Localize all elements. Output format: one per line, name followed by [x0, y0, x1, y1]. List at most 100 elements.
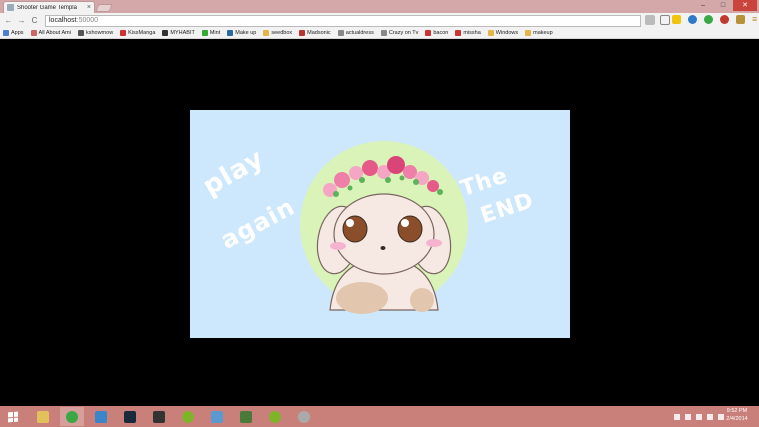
page-icon: [120, 30, 127, 36]
translate-icon[interactable]: [645, 15, 655, 25]
taskbar-chrome[interactable]: [60, 407, 84, 426]
taskbar-clock[interactable]: 9:52 PM 2/4/2014: [718, 407, 756, 423]
bookmark-item[interactable]: makeup: [525, 30, 553, 36]
bookmark-star-icon[interactable]: [660, 15, 670, 25]
bookmark-item[interactable]: Apps: [3, 30, 24, 36]
bookmark-label: KissManga: [128, 30, 156, 36]
bookmark-item[interactable]: Madsonic: [299, 30, 331, 36]
bookmark-label: missha: [463, 30, 481, 36]
tray-flag-icon[interactable]: [685, 413, 691, 420]
taskbar-app-network[interactable]: [205, 407, 229, 426]
reload-button[interactable]: C: [29, 15, 40, 26]
window-title-bar: Shooter Game Templa × – □ ✕: [0, 0, 759, 13]
folder-icon: [37, 410, 49, 423]
bookmark-label: Windows: [495, 30, 519, 36]
bookmark-item[interactable]: bacon: [425, 30, 448, 36]
bunny-nose: [380, 246, 386, 250]
bookmark-item[interactable]: KissManga: [120, 30, 155, 36]
right-eye-shine: [401, 219, 409, 227]
extension-note-icon[interactable]: [672, 15, 681, 24]
game-canvas[interactable]: play again The END: [190, 110, 570, 338]
page-icon: [162, 30, 169, 36]
extension-green-icon[interactable]: [704, 15, 713, 24]
browser-tab[interactable]: Shooter Game Templa ×: [3, 1, 95, 13]
bookmark-item[interactable]: kshowmow: [77, 30, 114, 36]
minimize-button[interactable]: –: [693, 0, 713, 11]
taskbar-steam[interactable]: [147, 407, 171, 426]
apps-grid-icon: [3, 30, 9, 36]
page-icon: [337, 30, 344, 36]
bookmark-label: Crazy on Tv: [388, 30, 419, 36]
folder-icon: [525, 30, 532, 36]
page-icon: [425, 30, 432, 36]
taskbar-spotify[interactable]: [176, 407, 200, 426]
league-icon: [124, 410, 136, 423]
left-eye-shine: [346, 219, 354, 227]
tab-close-icon[interactable]: ×: [87, 4, 91, 11]
network-icon: [211, 410, 223, 423]
leaf-icon: [201, 30, 208, 36]
extension-blue-icon[interactable]: [688, 15, 697, 24]
close-window-button[interactable]: ✕: [733, 0, 757, 11]
right-eye: [397, 215, 423, 243]
bookmark-item[interactable]: seedbox: [263, 30, 292, 36]
url-host: localhost: [49, 17, 77, 24]
adblock-icon[interactable]: [720, 15, 729, 24]
windows-logo-icon: [8, 411, 18, 422]
tray-network-icon[interactable]: [696, 413, 702, 420]
bookmark-label: All About Ami: [38, 30, 71, 36]
clock-time: 9:52 PM: [726, 408, 748, 414]
bookmark-item[interactable]: Make up: [227, 30, 256, 36]
maximize-button[interactable]: □: [713, 0, 733, 11]
bookmark-label: kshowmow: [85, 30, 114, 36]
url-port: :50000: [76, 17, 99, 24]
new-tab-button[interactable]: [95, 4, 113, 12]
page-icon: [77, 30, 84, 36]
bookmark-label: Madsonic: [307, 30, 331, 36]
minecraft-icon: [240, 410, 252, 423]
belly-patch-right: [410, 288, 434, 312]
back-button[interactable]: ←: [3, 15, 14, 26]
chrome-icon: [66, 410, 78, 423]
windows-taskbar: [0, 406, 759, 427]
chrome-menu-icon[interactable]: ≡: [752, 15, 759, 24]
taskbar-app-blue[interactable]: [89, 407, 113, 426]
omnibox-actions: [645, 15, 675, 25]
left-blush: [330, 242, 346, 250]
taskbar-minecraft[interactable]: [234, 407, 258, 426]
extension-badge-icon[interactable]: [736, 15, 745, 24]
page-icon: [455, 30, 462, 36]
address-bar[interactable]: localhost:50000: [45, 14, 641, 27]
page-icon: [380, 30, 387, 36]
bookmark-item[interactable]: All About Ami: [30, 30, 71, 36]
left-eye: [342, 215, 368, 243]
bookmark-item[interactable]: Mint: [201, 30, 220, 36]
gear-icon: [298, 410, 310, 423]
taskbar-app-league[interactable]: [118, 407, 142, 426]
bookmark-item[interactable]: actualdress: [337, 30, 374, 36]
bookmark-item[interactable]: Crazy on Tv: [380, 30, 419, 36]
tray-arrow-icon[interactable]: [674, 413, 680, 420]
taskbar-explorer[interactable]: [31, 407, 55, 426]
right-blush: [426, 239, 442, 247]
app-blue-icon: [95, 410, 107, 423]
bookmark-label: MYHABIT: [170, 30, 195, 36]
page-icon: [299, 30, 306, 36]
forward-button[interactable]: →: [16, 15, 27, 26]
tray-volume-icon[interactable]: [707, 413, 713, 420]
bookmark-item[interactable]: MYHABIT: [162, 30, 195, 36]
page-favicon-icon: [7, 4, 14, 11]
start-button[interactable]: [0, 406, 26, 427]
bookmark-label: Apps: [11, 30, 24, 36]
taskbar-settings[interactable]: [292, 407, 316, 426]
tab-title: Shooter Game Templa: [17, 4, 77, 11]
taskbar-spotify-2[interactable]: [263, 407, 287, 426]
bookmark-label: makeup: [533, 30, 553, 36]
bookmark-item[interactable]: missha: [455, 30, 481, 36]
folder-icon: [487, 30, 494, 36]
folder-icon: [263, 30, 270, 36]
bookmarks-bar: Apps All About Ami kshowmow KissManga MYHABI…: [0, 28, 759, 39]
bookmark-label: actualdress: [345, 30, 374, 36]
bookmark-item[interactable]: Windows: [487, 30, 519, 36]
belly-patch-left: [336, 282, 388, 314]
